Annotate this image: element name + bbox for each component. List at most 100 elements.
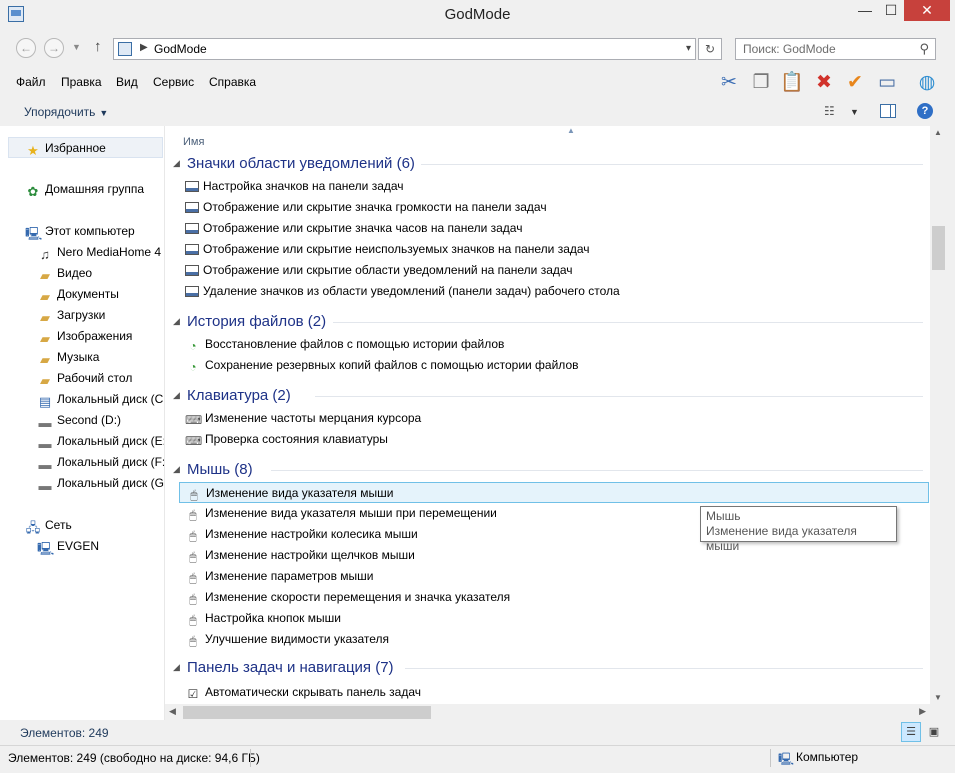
nav-network[interactable]: 🖧 Сеть [25,515,72,536]
scroll-up-icon[interactable]: ▲ [934,128,942,137]
globe-icon[interactable]: ◍ [914,70,940,96]
nav-this-pc[interactable]: 🖳 Этот компьютер [25,221,135,242]
menu-edit[interactable]: Правка [61,75,102,89]
refresh-button[interactable]: ↻ [698,38,722,60]
list-item[interactable]: Отображение или скрытие значка громкости… [179,197,929,218]
nav-desktop[interactable]: ▰ Рабочий стол [37,368,132,389]
nav-drive-d[interactable]: ▬ Second (D:) [37,410,122,431]
group-divider [405,668,923,669]
nav-homegroup[interactable]: ✿ Домашняя группа [25,179,144,200]
list-item[interactable]: 🖱 Изменение параметров мыши [179,566,929,587]
list-item[interactable]: ◔ Восстановление файлов с помощью истории… [179,334,929,355]
item-label: Отображение или скрытие области уведомле… [203,263,573,277]
keyboard-icon: ⌨ [185,434,203,448]
maximize-button[interactable]: ☐ [878,0,904,21]
search-icon[interactable]: ⚲ [919,41,929,57]
nav-evgen[interactable]: 🖳 EVGEN [37,536,99,557]
item-label: Изменение скорости перемещения и значка … [205,590,511,604]
nav-documents[interactable]: ▰ Документы [37,284,119,305]
list-item[interactable]: ◔ Сохранение резервных копий файлов с пом… [179,355,929,376]
list-item[interactable]: Отображение или скрытие неиспользуемых з… [179,239,929,260]
list-item[interactable]: Настройка значков на панели задач [179,176,929,197]
nav-nero-mediahome[interactable]: ♫ Nero MediaHome 4 [37,242,161,263]
nav-item-label: Локальный диск (F:) [57,455,165,469]
horizontal-scroll-thumb[interactable] [183,706,431,719]
vertical-scroll-thumb[interactable] [932,226,945,270]
file-history-icon: ◔ [189,360,197,374]
item-label: Проверка состояния клавиатуры [205,432,388,446]
nav-drive-f[interactable]: ▬ Локальный диск (F:) [37,452,165,473]
list-item-selected[interactable]: 🖱 Изменение вида указателя мыши [179,482,929,503]
up-arrow-icon[interactable]: ↑ [94,38,102,55]
minimize-button[interactable]: — [852,0,878,21]
group-header-mouse[interactable]: ◢ Мышь (8) [173,458,923,482]
address-dropdown-icon[interactable]: ▾ [686,43,691,54]
status-computer: 🖳 Компьютер [778,750,858,766]
nav-videos[interactable]: ▰ Видео [37,263,92,284]
nav-downloads[interactable]: ▰ Загрузки [37,305,105,326]
nav-favorites[interactable]: ★ Избранное [8,137,163,158]
list-item[interactable]: Удаление значков из области уведомлений … [179,281,929,302]
details-view-icon[interactable]: ☰ [901,722,921,742]
copy-icon[interactable]: ❐ [748,70,774,96]
forward-button[interactable]: → [44,38,64,58]
menu-view[interactable]: Вид [116,75,138,89]
scroll-down-icon[interactable]: ▼ [934,693,942,702]
group-header-keyboard[interactable]: ◢ Клавиатура (2) [173,384,923,408]
collapse-icon[interactable]: ◢ [173,158,180,169]
delete-icon[interactable]: ✖ [811,70,837,96]
taskbar-icon [185,223,199,234]
nav-drive-g[interactable]: ▬ Локальный диск (G:) [37,473,165,494]
nav-drive-c[interactable]: ▤ Локальный диск (C:) [37,389,164,410]
collapse-icon[interactable]: ◢ [173,316,180,327]
properties-icon[interactable]: ▭ [874,70,900,96]
group-header-taskbar-navigation[interactable]: ◢ Панель задач и навигация (7) [173,656,923,680]
mouse-icon: 🖱 [189,550,197,564]
recent-locations-chevron-icon[interactable]: ▼ [72,42,81,52]
list-item[interactable]: Отображение или скрытие области уведомле… [179,260,929,281]
breadcrumb-chevron-icon[interactable]: ▶ [140,42,148,53]
back-button[interactable]: ← [16,38,36,58]
large-icons-view-icon[interactable]: ▣ [924,722,944,742]
organize-button[interactable]: Упорядочить ▼ [24,105,108,119]
paste-icon[interactable]: 📋 [779,70,805,96]
column-header-name[interactable]: Имя [183,136,204,148]
list-item[interactable]: ⌨ Проверка состояния клавиатуры [179,429,929,450]
address-bar[interactable]: ▶ GodMode ▾ [113,38,696,60]
view-options-chevron-icon[interactable]: ▼ [850,107,859,117]
menu-file[interactable]: Файл [16,75,46,89]
mouse-icon: 🖱 [189,529,197,543]
documents-folder-icon: ▰ [40,289,50,304]
breadcrumb-godmode[interactable]: GodMode [154,42,207,56]
change-view-icon[interactable]: ☷ [824,104,835,118]
list-item[interactable]: 🖱 Улучшение видимости указателя [179,629,929,650]
group-header-file-history[interactable]: ◢ История файлов (2) [173,310,923,334]
nav-music[interactable]: ▰ Музыка [37,347,99,368]
nav-drive-e[interactable]: ▬ Локальный диск (E:) [37,431,165,452]
group-header-notification-icons[interactable]: ◢ Значки области уведомлений (6) [173,152,923,176]
check-icon[interactable]: ✔ [842,70,868,96]
vertical-scrollbar[interactable]: ▲ ▼ [930,126,947,704]
list-item[interactable]: ⌨ Изменение частоты мерцания курсора [179,408,929,429]
list-item[interactable]: 🖱 Настройка кнопок мыши [179,608,929,629]
list-item[interactable]: 🖱 Изменение скорости перемещения и значка… [179,587,929,608]
horizontal-scrollbar[interactable]: ◀ ▶ [165,704,930,721]
scroll-left-icon[interactable]: ◀ [169,706,176,717]
search-box[interactable]: ⚲ [735,38,936,60]
search-input[interactable] [736,39,906,59]
menu-tools[interactable]: Сервис [153,75,194,89]
collapse-icon[interactable]: ◢ [173,662,180,673]
group-title: Мышь (8) [187,461,253,478]
collapse-icon[interactable]: ◢ [173,464,180,475]
help-icon[interactable]: ? [917,103,933,119]
preview-pane-icon[interactable] [880,104,896,118]
menu-help[interactable]: Справка [209,75,256,89]
close-button[interactable]: ✕ [904,0,950,21]
list-item[interactable]: ☑ Автоматически скрывать панель задач [179,682,929,703]
list-item[interactable]: Отображение или скрытие значка часов на … [179,218,929,239]
collapse-icon[interactable]: ◢ [173,390,180,401]
tooltip-title: Мышь [706,509,741,523]
cut-icon[interactable]: ✂ [716,70,742,96]
nav-pictures[interactable]: ▰ Изображения [37,326,132,347]
scroll-right-icon[interactable]: ▶ [919,706,926,717]
